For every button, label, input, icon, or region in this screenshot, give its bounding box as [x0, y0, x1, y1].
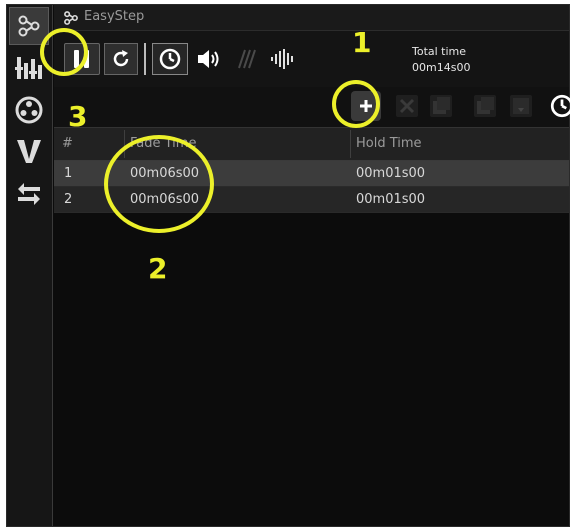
left-sidebar [7, 5, 53, 526]
paste-step-button[interactable] [474, 95, 496, 117]
sidebar-beam-button[interactable] [9, 133, 49, 171]
annotation-number-2: 2 [148, 252, 168, 285]
wave-disabled-button[interactable] [234, 43, 258, 75]
playback-toolbar: Total time 00m14s00 [54, 31, 569, 87]
beam-icon [17, 140, 41, 163]
insert-step-button[interactable] [510, 95, 532, 117]
faders-icon [15, 57, 42, 79]
delete-step-button[interactable] [396, 95, 418, 117]
total-time-value: 00m14s00 [412, 61, 471, 74]
highlight-ring-fade-time [104, 135, 214, 233]
column-header-hold-time[interactable]: Hold Time [356, 136, 422, 151]
insert-icon [513, 98, 529, 114]
sidebar-color-wheel-button[interactable] [9, 91, 49, 129]
copy-icon [433, 97, 450, 114]
title-bar: EasyStep [54, 5, 569, 31]
total-time-label: Total time [412, 45, 467, 58]
color-wheel-icon [15, 96, 43, 124]
loop-icon [113, 50, 129, 67]
clock-icon [159, 48, 181, 70]
copy-step-button[interactable] [430, 95, 452, 117]
paste-icon [477, 97, 494, 114]
swap-icon [18, 183, 40, 205]
column-header-index[interactable]: # [62, 136, 73, 151]
audio-button[interactable] [194, 43, 224, 75]
annotation-number-3: 3 [68, 100, 88, 133]
wave-disabled-icon [238, 49, 256, 69]
clock-icon [550, 94, 574, 118]
easystep-icon [18, 15, 40, 37]
waveform-button[interactable] [268, 43, 298, 75]
row-hold-time[interactable]: 00m01s00 [356, 192, 425, 207]
sidebar-swap-button[interactable] [9, 175, 49, 213]
timing-button[interactable] [548, 92, 575, 120]
easystep-title-icon [64, 11, 78, 25]
app-window: EasyStep Total time 00m14s00 # Fade Time… [6, 4, 574, 527]
speaker-icon [198, 50, 219, 68]
highlight-ring-add [332, 80, 380, 128]
highlight-ring-pause [40, 28, 88, 76]
column-divider [350, 130, 351, 158]
step-toolbar [54, 87, 574, 127]
row-index: 1 [64, 166, 73, 181]
row-index: 2 [64, 192, 73, 207]
row-hold-time[interactable]: 00m01s00 [356, 166, 425, 181]
toolbar-divider [144, 43, 146, 75]
loop-button[interactable] [104, 43, 138, 75]
clock-mode-button[interactable] [152, 43, 188, 75]
annotation-number-1: 1 [352, 26, 372, 59]
waveform-icon [271, 49, 293, 69]
window-title: EasyStep [84, 9, 145, 24]
delete-icon [399, 98, 415, 114]
